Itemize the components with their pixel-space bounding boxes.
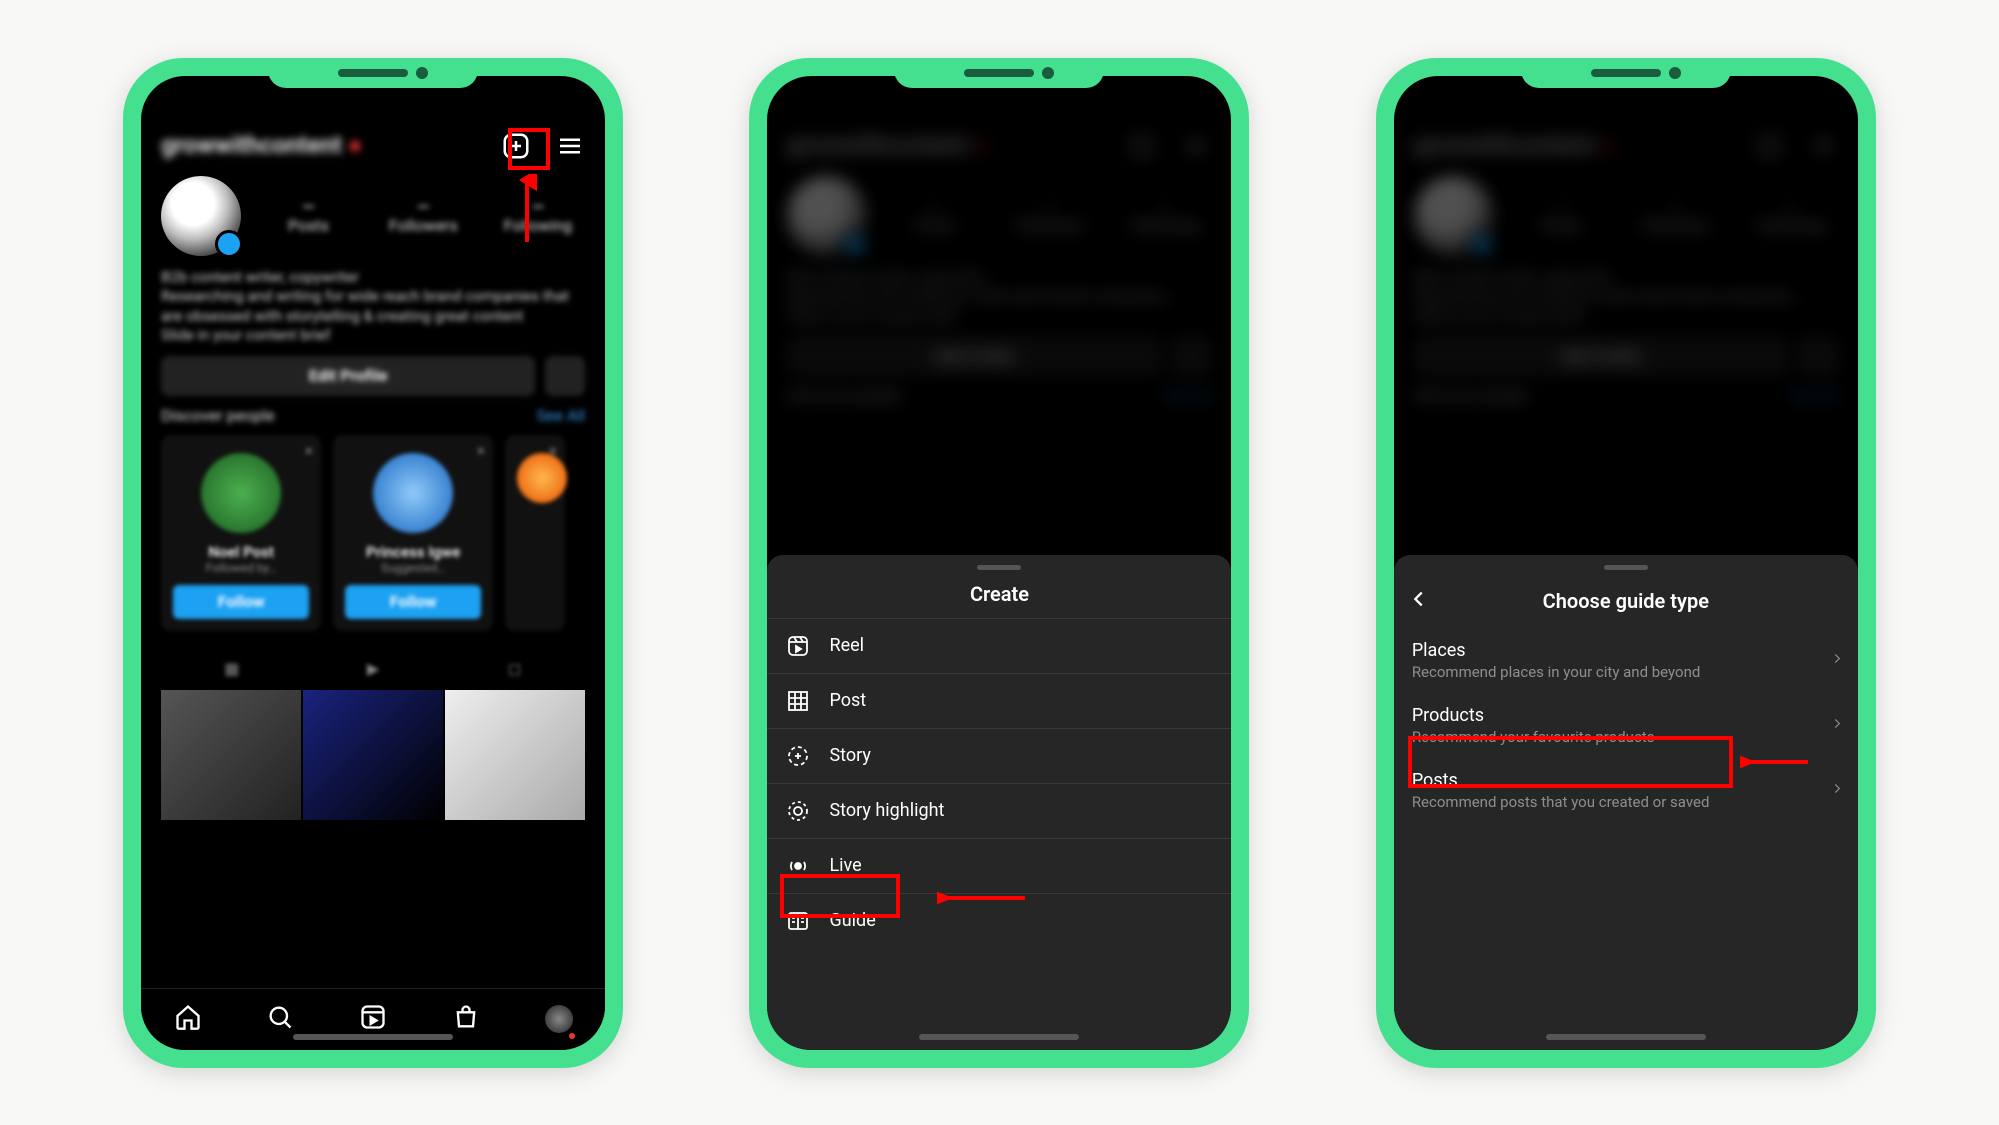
post-grid-icon [785, 688, 811, 714]
live-icon [785, 853, 811, 879]
places-subtitle: Recommend places in your city and beyond [1412, 663, 1840, 681]
post-grid[interactable] [161, 690, 585, 820]
tutorial-three-phones: growwithcontent ● —Posts —Followers [0, 0, 1999, 1125]
places-title: Places [1412, 640, 1840, 661]
edit-profile-button[interactable]: Edit Profile [161, 356, 535, 396]
create-live[interactable]: Live [767, 839, 1231, 893]
profile-username: growwithcontent ● [161, 131, 362, 160]
home-indicator [1546, 1034, 1706, 1040]
create-reel[interactable]: Reel [767, 619, 1231, 673]
guide-type-sheet: Choose guide type Places Recommend place… [1394, 555, 1858, 1050]
search-tab[interactable] [266, 1003, 294, 1035]
profile-bio: B2b content writer, copywriter Researchi… [161, 268, 585, 346]
hamburger-menu[interactable] [555, 131, 585, 161]
arrow-up-icon [517, 174, 537, 244]
reel-icon [785, 633, 811, 659]
sheet-handle[interactable] [977, 565, 1021, 570]
profile-tabs[interactable]: ▦▶◻ [161, 649, 585, 688]
screen-3: growwithcontent ● —Posts—Followers—Follo… [1394, 76, 1858, 1050]
follow-button[interactable]: Follow [173, 585, 309, 619]
reels-tab[interactable] [359, 1003, 387, 1035]
create-live-label: Live [829, 855, 861, 876]
create-button[interactable] [501, 131, 531, 161]
create-guide-label: Guide [829, 910, 875, 931]
phone-step-1: growwithcontent ● —Posts —Followers [123, 58, 623, 1068]
bottom-tab-bar [141, 988, 605, 1050]
sheet-title: Create [767, 576, 1231, 618]
home-indicator [293, 1034, 453, 1040]
posts-stat[interactable]: —Posts [261, 197, 356, 235]
phone-step-2: growwithcontent ● —Posts—Followers—Follo… [749, 58, 1249, 1068]
create-bottom-sheet: Create Reel Post Story [767, 555, 1231, 1050]
phone-notch [268, 58, 478, 88]
phone-notch [894, 58, 1104, 88]
create-story[interactable]: Story [767, 729, 1231, 783]
highlight-icon [785, 798, 811, 824]
posts-title: Posts [1412, 770, 1840, 791]
chevron-right-icon [1830, 716, 1844, 735]
guide-type-products[interactable]: Products Recommend your favourite produc… [1394, 693, 1858, 758]
arrow-left-icon [937, 888, 1027, 908]
create-post-label: Post [829, 690, 866, 711]
suggested-card[interactable]: × Noel PostFollowed by… Follow [161, 435, 321, 631]
suggested-users-button[interactable] [545, 356, 585, 396]
posts-subtitle: Recommend posts that you created or save… [1412, 793, 1840, 811]
suggested-card[interactable]: × Princess IgweSuggested… Follow [333, 435, 493, 631]
story-icon [785, 743, 811, 769]
products-subtitle: Recommend your favourite products [1412, 728, 1840, 746]
profile-tab[interactable] [545, 1005, 573, 1033]
phone-step-3: growwithcontent ● —Posts—Followers—Follo… [1376, 58, 1876, 1068]
see-all-link[interactable]: See All [537, 406, 586, 425]
chevron-right-icon [1830, 651, 1844, 670]
sheet-handle[interactable] [1604, 565, 1648, 570]
create-highlight-label: Story highlight [829, 800, 944, 821]
guide-sheet-title: Choose guide type [1408, 589, 1844, 613]
create-highlight[interactable]: Story highlight [767, 784, 1231, 838]
follow-button[interactable]: Follow [345, 585, 481, 619]
screen-2: growwithcontent ● —Posts—Followers—Follo… [767, 76, 1231, 1050]
following-stat[interactable]: —Following [491, 197, 586, 235]
create-post[interactable]: Post [767, 674, 1231, 728]
phone-notch [1521, 58, 1731, 88]
home-indicator [919, 1034, 1079, 1040]
products-title: Products [1412, 705, 1840, 726]
guide-type-places[interactable]: Places Recommend places in your city and… [1394, 628, 1858, 693]
home-tab[interactable] [174, 1003, 202, 1035]
create-reel-label: Reel [829, 635, 864, 656]
screen-1: growwithcontent ● —Posts —Followers [141, 76, 605, 1050]
arrow-left-icon [1740, 752, 1810, 772]
suggested-card[interactable]: × [505, 435, 565, 631]
profile-avatar[interactable] [161, 176, 241, 256]
followers-stat[interactable]: —Followers [376, 197, 471, 235]
guide-icon [785, 908, 811, 934]
shop-tab[interactable] [452, 1003, 480, 1035]
chevron-right-icon [1830, 781, 1844, 800]
discover-people-label: Discover people [161, 406, 275, 425]
create-story-label: Story [829, 745, 870, 766]
